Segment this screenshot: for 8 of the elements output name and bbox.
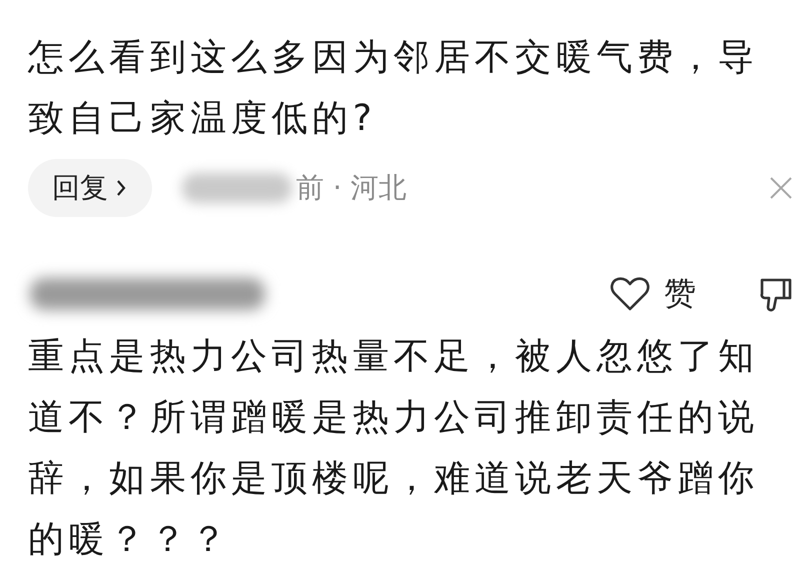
comment-text: 怎么看到这么多因为邻居不交暖气费，导致自己家温度低的? <box>26 36 760 141</box>
like-label[interactable]: 赞 <box>664 272 696 316</box>
thumbs-down-icon[interactable] <box>760 276 792 312</box>
chevron-icon <box>116 179 126 197</box>
reply-button[interactable]: 回复 <box>28 159 152 217</box>
comment-text: 重点是热力公司热量不足，被人忽悠了知道不？所谓蹭暖是热力公司推卸责任的说辞，如果你是顶楼呢，难道说老天爷蹭你的暖？？？ <box>27 335 760 562</box>
comment-meta: 前 · 河北 <box>296 170 407 206</box>
heart-icon[interactable] <box>610 277 650 311</box>
